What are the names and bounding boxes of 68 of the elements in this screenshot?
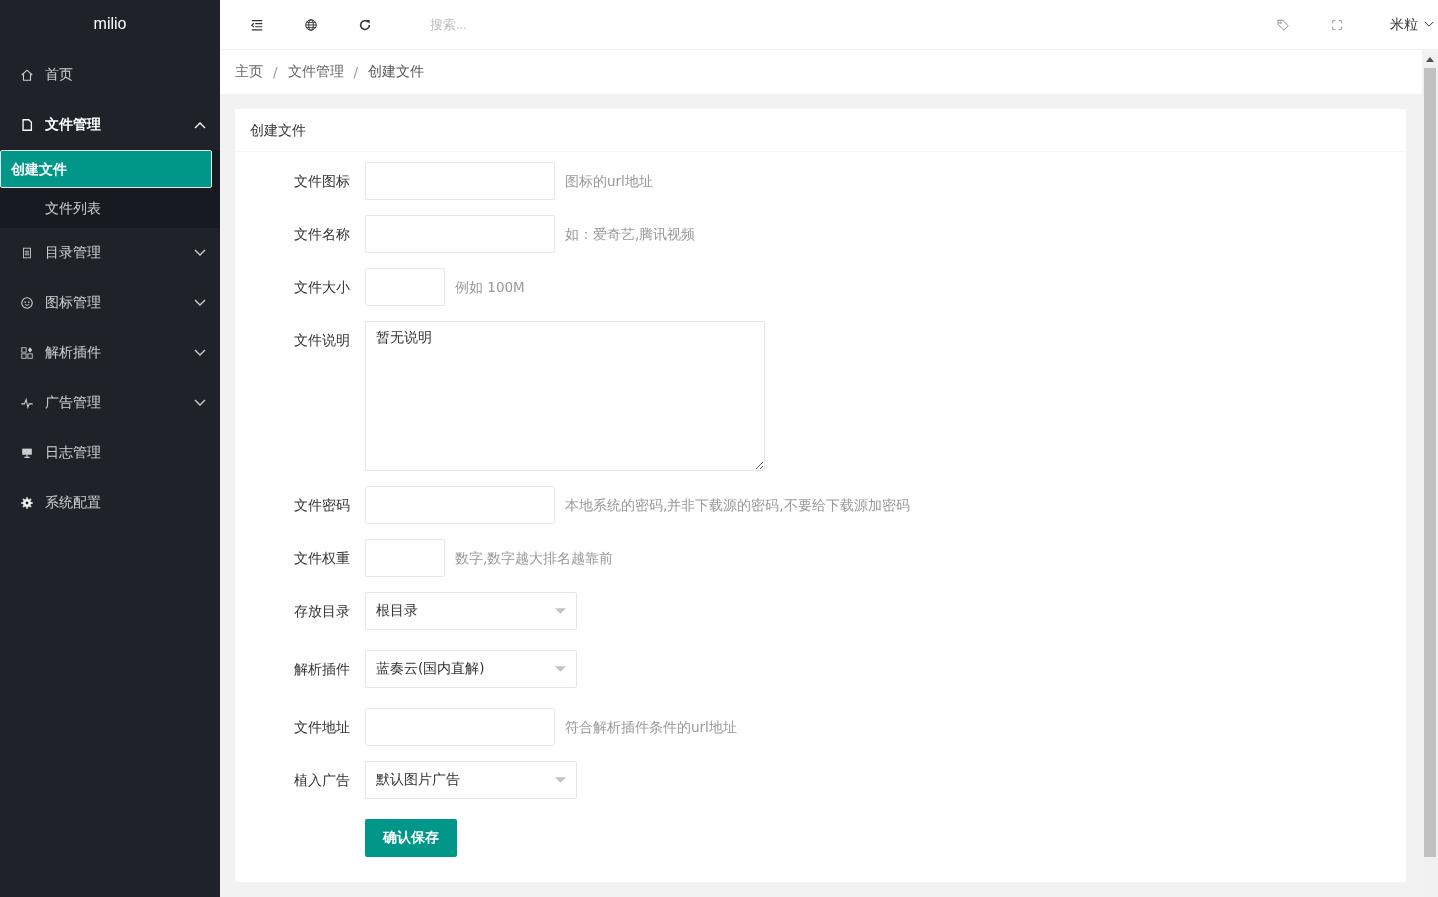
fullscreen-icon[interactable] <box>1330 17 1344 32</box>
caret-icon <box>555 608 566 614</box>
nav-item[interactable]: 目录管理 <box>0 228 220 278</box>
input-field[interactable] <box>365 486 555 524</box>
breadcrumb-separator: / <box>353 64 359 80</box>
breadcrumb-link[interactable]: 主页 <box>235 63 263 81</box>
field-label: 文件名称 <box>293 225 351 244</box>
save-button[interactable]: 确认保存 <box>365 819 457 857</box>
card-title: 创建文件 <box>235 109 1406 152</box>
input-field[interactable] <box>365 539 445 577</box>
chevron-icon <box>194 249 206 257</box>
nav-item[interactable]: 解析插件 <box>0 328 220 378</box>
chevron-icon <box>194 299 206 307</box>
scroll-up-icon[interactable] <box>1426 57 1434 62</box>
field-label: 文件地址 <box>293 718 351 737</box>
field-label: 植入广告 <box>293 771 351 790</box>
field-hint: 图标的url地址 <box>565 172 653 191</box>
refresh-icon[interactable] <box>358 17 372 32</box>
nav-item[interactable]: 系统配置 <box>0 478 220 528</box>
caret-icon <box>1424 21 1434 28</box>
field-hint: 例如 100M <box>455 278 525 297</box>
breadcrumb-separator: / <box>273 64 278 80</box>
field-label: 文件图标 <box>293 172 351 191</box>
chevron-icon <box>194 349 206 357</box>
input-field[interactable] <box>365 215 555 253</box>
breadcrumb-link[interactable]: 文件管理 <box>287 63 344 81</box>
home-icon <box>20 68 34 82</box>
nav-item[interactable]: 图标管理 <box>0 278 220 328</box>
user-menu[interactable]: 米粒 <box>1390 15 1434 34</box>
field-label: 文件大小 <box>293 278 351 297</box>
nav-item[interactable]: 首页 <box>0 50 220 100</box>
textarea-field[interactable]: 暂无说明 <box>365 321 765 471</box>
menu-fold-icon[interactable] <box>250 17 264 32</box>
field-label: 文件权重 <box>293 549 351 568</box>
field-hint: 本地系统的密码,并非下载源的密码,不要给下载源加密码 <box>565 496 910 515</box>
globe-icon[interactable] <box>304 17 318 32</box>
select-field[interactable]: 蓝奏云(国内直解) <box>365 650 577 688</box>
field-hint: 数字,数字越大排名越靠前 <box>455 549 614 568</box>
field-hint: 如：爱奇艺,腾讯视频 <box>565 225 696 244</box>
nav-subitem[interactable]: 创建文件 <box>0 150 212 188</box>
select-field[interactable]: 默认图片广告 <box>365 761 577 799</box>
smiley-icon <box>20 296 34 310</box>
field-label: 文件密码 <box>293 496 351 515</box>
field-hint: 符合解析插件条件的url地址 <box>565 718 737 737</box>
input-field[interactable] <box>365 162 555 200</box>
field-label: 解析插件 <box>293 660 351 679</box>
tag-icon[interactable] <box>1276 17 1290 32</box>
grid-icon <box>20 346 34 360</box>
caret-icon <box>555 666 566 672</box>
input-field[interactable] <box>365 708 555 746</box>
nav-subitem[interactable]: 文件列表 <box>0 188 220 228</box>
nav-item[interactable]: 文件管理 <box>0 100 220 150</box>
gear-icon <box>20 496 34 510</box>
document-icon <box>20 118 34 132</box>
breadcrumb-link[interactable]: 创建文件 <box>368 63 425 81</box>
input-field[interactable] <box>365 268 445 306</box>
caret-icon <box>555 777 566 783</box>
logo-text: milio <box>92 14 128 34</box>
chevron-icon <box>194 399 206 407</box>
monitor-icon <box>20 446 34 460</box>
field-label: 文件说明 <box>293 331 351 350</box>
pulse-icon <box>20 396 34 410</box>
chevron-icon <box>194 121 206 129</box>
nav-item[interactable]: 日志管理 <box>0 428 220 478</box>
list-icon <box>20 246 34 260</box>
select-field[interactable]: 根目录 <box>365 592 577 630</box>
field-label: 存放目录 <box>293 602 351 621</box>
nav-item[interactable]: 广告管理 <box>0 378 220 428</box>
